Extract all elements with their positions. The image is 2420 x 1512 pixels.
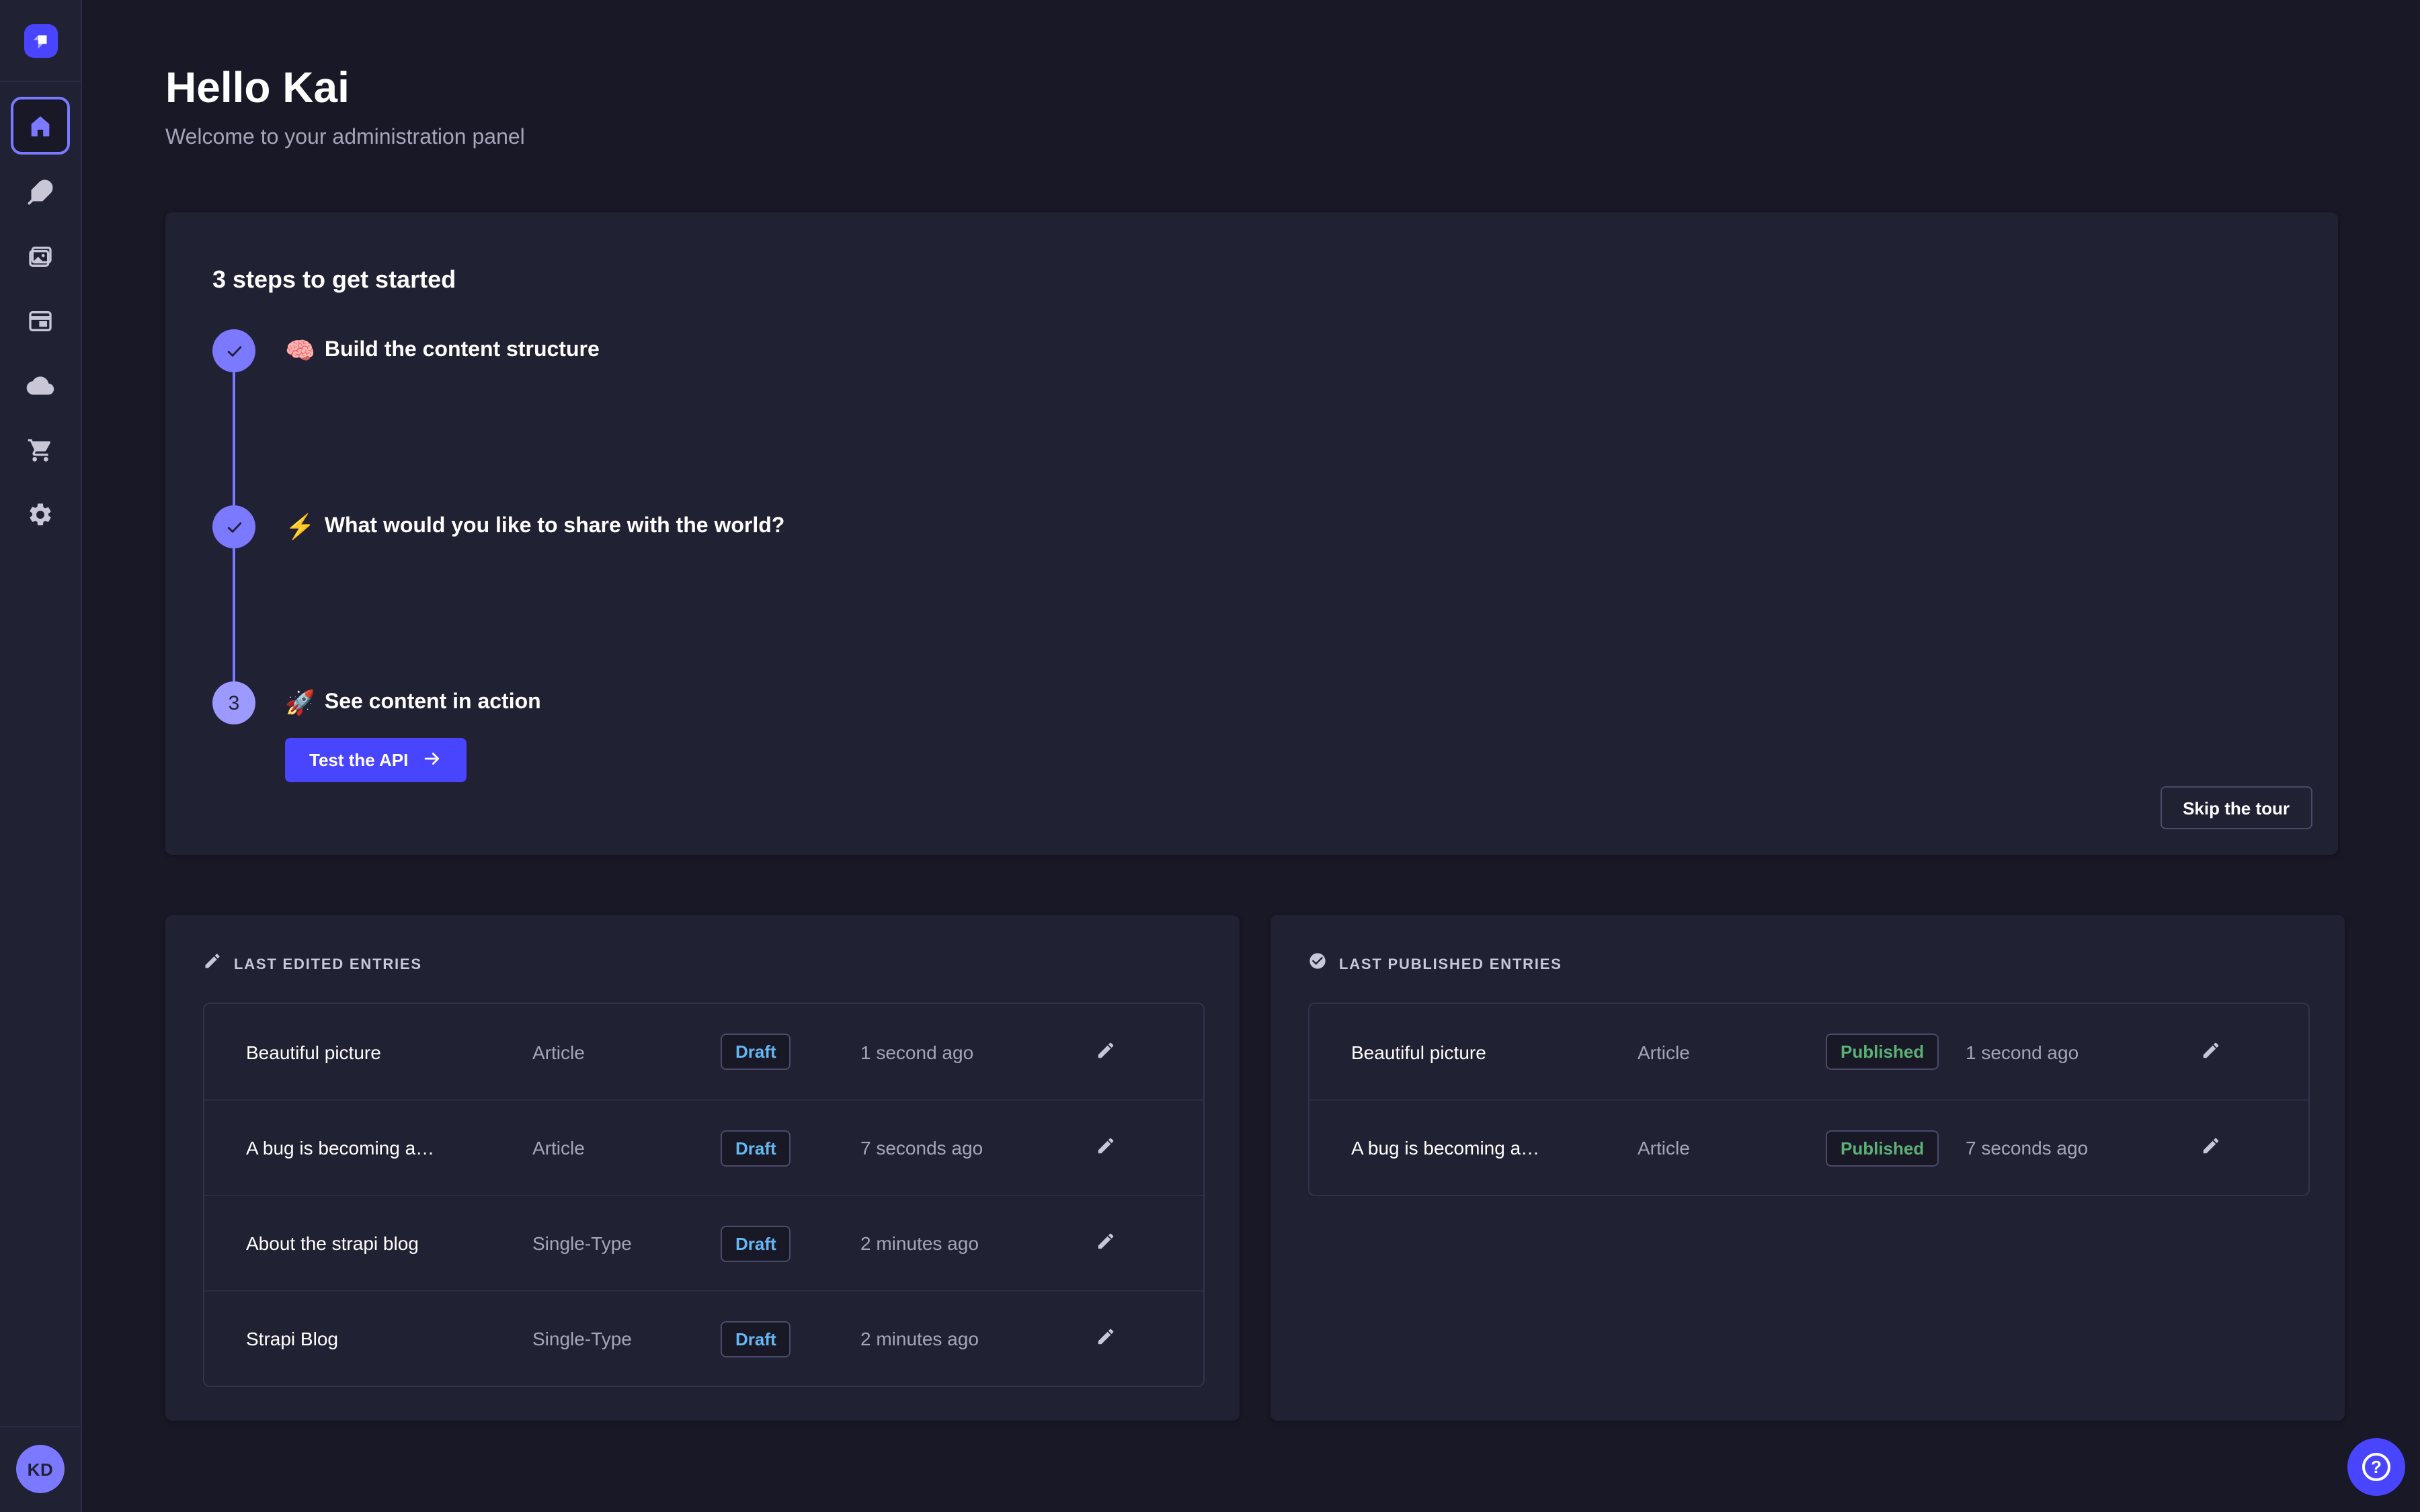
- layout-icon: [27, 308, 54, 335]
- pencil-icon: [203, 952, 222, 977]
- cloud-icon: [26, 371, 55, 401]
- status-badge: Draft: [721, 1225, 791, 1261]
- entry-time: 7 seconds ago: [1966, 1137, 2201, 1159]
- entry-title: A bug is becoming a…: [246, 1137, 532, 1159]
- check-circle-icon: [1308, 952, 1327, 977]
- question-mark-icon: ?: [2362, 1453, 2390, 1481]
- status-badge: Draft: [721, 1034, 791, 1070]
- edit-entry-button[interactable]: [2201, 1040, 2267, 1064]
- edit-entry-button[interactable]: [1096, 1231, 1162, 1255]
- entry-type: Single-Type: [532, 1232, 721, 1254]
- onboarding-card: 3 steps to get started 🧠 Build the conte…: [165, 212, 2338, 855]
- panel-title: LAST EDITED ENTRIES: [234, 956, 422, 972]
- status-badge: Draft: [721, 1130, 791, 1166]
- help-button[interactable]: ?: [2347, 1438, 2405, 1496]
- sidebar-nav: [11, 82, 70, 542]
- pencil-icon: [1096, 1231, 1116, 1255]
- page-subtitle: Welcome to your administration panel: [165, 124, 2338, 153]
- brain-emoji: 🧠: [285, 337, 315, 365]
- sidebar-item-marketplace[interactable]: [13, 423, 67, 477]
- pencil-icon: [2201, 1040, 2221, 1064]
- step-1: 🧠 Build the content structure: [212, 329, 2291, 372]
- pencil-icon: [2201, 1136, 2221, 1160]
- main-content: Hello Kai Welcome to your administration…: [82, 0, 2420, 1512]
- status-badge: Published: [1826, 1034, 1939, 1070]
- edit-entry-button[interactable]: [1096, 1327, 1162, 1351]
- feather-pen-icon: [27, 179, 54, 206]
- home-icon: [27, 112, 54, 139]
- edit-entry-button[interactable]: [1096, 1040, 1162, 1064]
- entry-type: Article: [532, 1041, 721, 1062]
- table-row: Beautiful picture Article Draft 1 second…: [204, 1004, 1203, 1099]
- rocket-emoji: 🚀: [285, 689, 315, 717]
- entry-time: 7 seconds ago: [860, 1137, 1096, 1159]
- entry-time: 1 second ago: [860, 1041, 1096, 1062]
- gear-icon: [27, 501, 54, 528]
- status-badge: Published: [1826, 1130, 1939, 1166]
- step-2-label: ⚡ What would you like to share with the …: [285, 513, 784, 541]
- pencil-icon: [1096, 1136, 1116, 1160]
- sidebar-item-settings[interactable]: [13, 488, 67, 542]
- table-row: Beautiful picture Article Published 1 se…: [1309, 1004, 2308, 1099]
- user-avatar[interactable]: KD: [16, 1445, 65, 1493]
- edit-entry-button[interactable]: [2201, 1136, 2267, 1160]
- pencil-icon: [1096, 1040, 1116, 1064]
- entry-title: Beautiful picture: [1351, 1041, 1638, 1062]
- onboarding-title: 3 steps to get started: [212, 263, 2291, 296]
- step-1-done-check-icon: [212, 329, 255, 372]
- step-3-number-badge: 3: [212, 681, 255, 724]
- pencil-icon: [1096, 1327, 1116, 1351]
- last-edited-entries-header: LAST EDITED ENTRIES: [203, 952, 1205, 977]
- entry-type: Article: [532, 1137, 721, 1159]
- strapi-admin-app: KD Hello Kai Welcome to your administrat…: [0, 0, 2420, 1512]
- status-badge: Draft: [721, 1320, 791, 1357]
- entry-title: Beautiful picture: [246, 1041, 532, 1062]
- step-3-label: 🚀 See content in action: [285, 689, 541, 717]
- strapi-logo-link[interactable]: [0, 0, 81, 81]
- table-row: Strapi Blog Single-Type Draft 2 minutes …: [204, 1290, 1203, 1386]
- arrow-right-icon: [421, 748, 442, 772]
- entry-title: About the strapi blog: [246, 1232, 532, 1254]
- lightning-emoji: ⚡: [285, 513, 315, 541]
- last-edited-entries-table: Beautiful picture Article Draft 1 second…: [203, 1003, 1205, 1387]
- sidebar-item-content-manager[interactable]: [13, 165, 67, 219]
- entry-title: Strapi Blog: [246, 1328, 532, 1349]
- entry-time: 2 minutes ago: [860, 1328, 1096, 1349]
- table-row: A bug is becoming a… Article Published 7…: [1309, 1099, 2308, 1195]
- last-published-entries-panel: LAST PUBLISHED ENTRIES Beautiful picture…: [1270, 915, 2345, 1421]
- shopping-cart-icon: [27, 437, 54, 464]
- entry-time: 2 minutes ago: [860, 1232, 1096, 1254]
- step-2-done-check-icon: [212, 505, 255, 548]
- page-title: Hello Kai: [165, 62, 2338, 113]
- entry-type: Article: [1638, 1041, 1826, 1062]
- step-3: 3 🚀 See content in action: [212, 681, 2291, 724]
- sidebar-divider-bottom: [0, 1426, 81, 1427]
- last-edited-entries-panel: LAST EDITED ENTRIES Beautiful picture Ar…: [165, 915, 1240, 1421]
- sidebar-item-media-library[interactable]: [13, 230, 67, 284]
- steps-list: 🧠 Build the content structure ⚡ What wou…: [212, 329, 2291, 782]
- edit-entry-button[interactable]: [1096, 1136, 1162, 1160]
- step-connector: [233, 372, 235, 505]
- step-1-label: 🧠 Build the content structure: [285, 337, 600, 365]
- step-2: ⚡ What would you like to share with the …: [212, 505, 2291, 548]
- test-the-api-button[interactable]: Test the API: [285, 738, 466, 782]
- skip-the-tour-button[interactable]: Skip the tour: [2160, 786, 2312, 829]
- strapi-logo-icon: [24, 24, 57, 57]
- images-icon: [27, 243, 54, 270]
- table-row: About the strapi blog Single-Type Draft …: [204, 1195, 1203, 1290]
- sidebar-item-home[interactable]: [11, 97, 70, 155]
- entry-time: 1 second ago: [1966, 1041, 2201, 1062]
- entry-type: Article: [1638, 1137, 1826, 1159]
- sidebar-item-content-type-builder[interactable]: [13, 294, 67, 348]
- panel-title: LAST PUBLISHED ENTRIES: [1339, 956, 1562, 972]
- last-published-entries-header: LAST PUBLISHED ENTRIES: [1308, 952, 2310, 977]
- table-row: A bug is becoming a… Article Draft 7 sec…: [204, 1099, 1203, 1195]
- sidebar: KD: [0, 0, 82, 1512]
- entries-panels: LAST EDITED ENTRIES Beautiful picture Ar…: [165, 915, 2338, 1421]
- last-published-entries-table: Beautiful picture Article Published 1 se…: [1308, 1003, 2310, 1196]
- sidebar-item-deploy[interactable]: [13, 359, 67, 413]
- step-connector: [233, 548, 235, 681]
- entry-title: A bug is becoming a…: [1351, 1137, 1638, 1159]
- entry-type: Single-Type: [532, 1328, 721, 1349]
